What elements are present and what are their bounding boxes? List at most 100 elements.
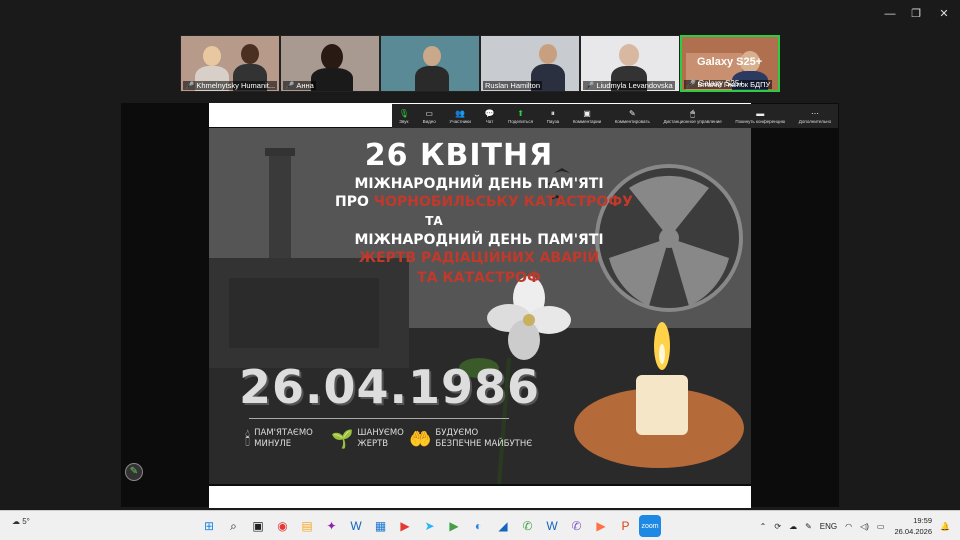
store-app[interactable]: ▦: [370, 515, 392, 537]
more-button[interactable]: ⋯ Дополнительно: [799, 109, 831, 124]
telegram-app[interactable]: ➤: [419, 515, 441, 537]
candle-icon: 🕯: [245, 428, 251, 449]
share-toolbar: 🎙 Звук ▭ Видео 👥 Участники 💬 Чат ⬆ Поделиться…: [392, 104, 838, 128]
device-sublabel: 🎤 Galaxy S25+: [686, 79, 744, 88]
poster-line-4: МІЖНАРОДНИЙ ДЕНЬ ПАМ'ЯТІ: [354, 232, 604, 248]
windows-taskbar: ☁ 5° ⊞ ⌕ ▣ ◉ ▤ ✦ W ▦ ▶ ➤ ▶ ◐ ◢ ✆ W ✆ ▶ P…: [0, 510, 960, 540]
word-doc-icon: W: [546, 519, 558, 533]
poster-title-date: 26 КВІТНЯ: [364, 138, 554, 173]
participant-tile[interactable]: 🎤 Khmelnytsky Humanit...: [180, 35, 280, 92]
poster-line-2: ПРО ЧОРНОБИЛЬСЬКУ КАТАСТРОФУ: [335, 194, 633, 210]
annotate-button[interactable]: ✎ Комментировать: [615, 109, 650, 124]
youtube-app[interactable]: ▶: [394, 515, 416, 537]
minimize-button[interactable]: —: [882, 6, 898, 22]
notification-icon[interactable]: 🔔: [940, 522, 950, 531]
comments-button[interactable]: ▣ Комментарии: [573, 109, 601, 124]
slide-bottom-margin: [209, 486, 751, 508]
pen-icon: ✎: [628, 108, 636, 118]
more-icon: ⋯: [810, 108, 819, 118]
participant-name: Ruslan Hamilton: [483, 81, 543, 90]
motto-remember: 🕯 ПАМ'ЯТАЄМО МИНУЛЕ: [245, 428, 313, 449]
remote-icon: ◢: [498, 519, 508, 533]
edge-app[interactable]: ◐: [468, 515, 490, 537]
pause-share-button[interactable]: ⏸ Пауза: [547, 109, 560, 124]
clock[interactable]: 19:59 26.04.2026: [894, 515, 932, 537]
youtube-icon: ▶: [400, 519, 410, 533]
motto-honor: 🌱 ШАНУЄМО ЖЕРТВ: [331, 428, 404, 449]
weather-widget[interactable]: ☁ 5°: [12, 517, 30, 526]
participant-tile[interactable]: Ruslan Hamilton: [480, 35, 580, 92]
participant-name: 🎤 Анна: [283, 81, 316, 90]
hands-plant-icon: 🤲: [409, 428, 432, 449]
chevron-up-icon[interactable]: ⌃: [760, 522, 767, 531]
task-view-icon: ▣: [252, 519, 264, 533]
language-indicator[interactable]: ENG: [820, 522, 837, 531]
close-button[interactable]: ✕: [936, 6, 952, 22]
word-app[interactable]: W: [345, 515, 367, 537]
poster-line-6: ТА КАТАСТРОФ: [417, 270, 541, 286]
poster-line-1: МІЖНАРОДНИЙ ДЕНЬ ПАМ'ЯТІ: [354, 176, 604, 192]
task-view-button[interactable]: ▣: [247, 515, 269, 537]
folder-icon: ▤: [301, 519, 313, 533]
share-icon: ⬆: [517, 108, 524, 118]
copilot-app[interactable]: ✦: [321, 515, 343, 537]
pen-tray-icon[interactable]: ✎: [805, 522, 812, 531]
audio-button[interactable]: 🎙 Звук: [399, 109, 409, 124]
video-button[interactable]: ▭ Видео: [423, 109, 436, 124]
word-icon: W: [350, 519, 362, 533]
battery-icon[interactable]: ▭: [877, 522, 885, 531]
chat-icon: 💬: [484, 108, 495, 118]
remote-control-button[interactable]: 🖱 Дистанционное управление: [663, 109, 721, 124]
remote-app[interactable]: ◢: [492, 515, 514, 537]
annotate-icon: ▣: [583, 108, 591, 118]
copilot-icon: ✦: [326, 519, 337, 533]
windows-icon: ⊞: [203, 519, 215, 533]
annotate-pencil-button[interactable]: ✎: [125, 463, 143, 481]
pause-icon: ⏸: [550, 108, 555, 118]
participant-tile[interactable]: [380, 35, 480, 92]
zoom-app[interactable]: zoom: [639, 515, 661, 537]
video-app[interactable]: ▶: [590, 515, 612, 537]
chat-button[interactable]: 💬 Чат: [485, 109, 495, 124]
poster-divider: [249, 418, 509, 419]
sync-icon[interactable]: ⟳: [774, 522, 781, 531]
viber-icon: ✆: [571, 519, 582, 533]
reactor-chimney: [269, 153, 291, 273]
taskbar-apps: ⊞ ⌕ ▣ ◉ ▤ ✦ W ▦ ▶ ➤ ▶ ◐ ◢ ✆ W ✆ ▶ P zoom: [198, 515, 664, 537]
participants-button[interactable]: 👥 Участники: [449, 109, 471, 124]
participant-tile[interactable]: 🎤 Анна: [280, 35, 380, 92]
participant-name: 🎤 Khmelnytsky Humanit...: [183, 81, 278, 90]
chrome-app[interactable]: ◉: [272, 515, 294, 537]
poster-line-3: ТА: [425, 214, 443, 228]
media-icon: ▶: [449, 519, 459, 533]
viber-app[interactable]: ✆: [566, 515, 588, 537]
whatsapp-icon: ✆: [522, 519, 533, 533]
shared-slide-poster: 26 КВІТНЯ МІЖНАРОДНИЙ ДЕНЬ ПАМ'ЯТІ ПРО Ч…: [209, 128, 751, 484]
participant-name: 🎤 Liudmyla Levandovska: [583, 81, 675, 90]
mic-icon: 🎙: [398, 108, 409, 118]
start-button[interactable]: ⊞: [198, 515, 220, 537]
system-tray: ⌃ ⟳ ☁ ✎ ENG ◠ ◁) ▭ 19:59 26.04.2026 🔔: [752, 515, 950, 537]
weather-icon: ☁: [12, 517, 20, 526]
media-app[interactable]: ▶: [443, 515, 465, 537]
chrome-icon: ◉: [277, 519, 288, 533]
wifi-icon[interactable]: ◠: [845, 522, 852, 531]
zoom-icon: zoom: [641, 522, 659, 530]
cloud-icon[interactable]: ☁: [789, 522, 797, 531]
share-button[interactable]: ⬆ Поделиться: [508, 109, 533, 124]
explorer-app[interactable]: ▤: [296, 515, 318, 537]
store-icon: ▦: [374, 519, 387, 533]
search-button[interactable]: ⌕: [223, 515, 245, 537]
sprout-icon: 🌱: [331, 428, 354, 449]
powerpoint-app[interactable]: P: [615, 515, 637, 537]
participant-tile[interactable]: 🎤 Liudmyla Levandovska: [580, 35, 680, 92]
restore-button[interactable]: ❐: [908, 6, 924, 22]
poster-big-date: 26.04.1986: [239, 360, 541, 414]
participants-icon: 👥: [455, 108, 466, 118]
whatsapp-app[interactable]: ✆: [517, 515, 539, 537]
word-doc-app[interactable]: W: [541, 515, 563, 537]
leave-meeting-button[interactable]: ▬ Покинуть конференцию: [735, 109, 785, 124]
powerpoint-icon: P: [621, 519, 630, 533]
volume-icon[interactable]: ◁): [860, 522, 869, 531]
candle-icon: [636, 375, 688, 435]
